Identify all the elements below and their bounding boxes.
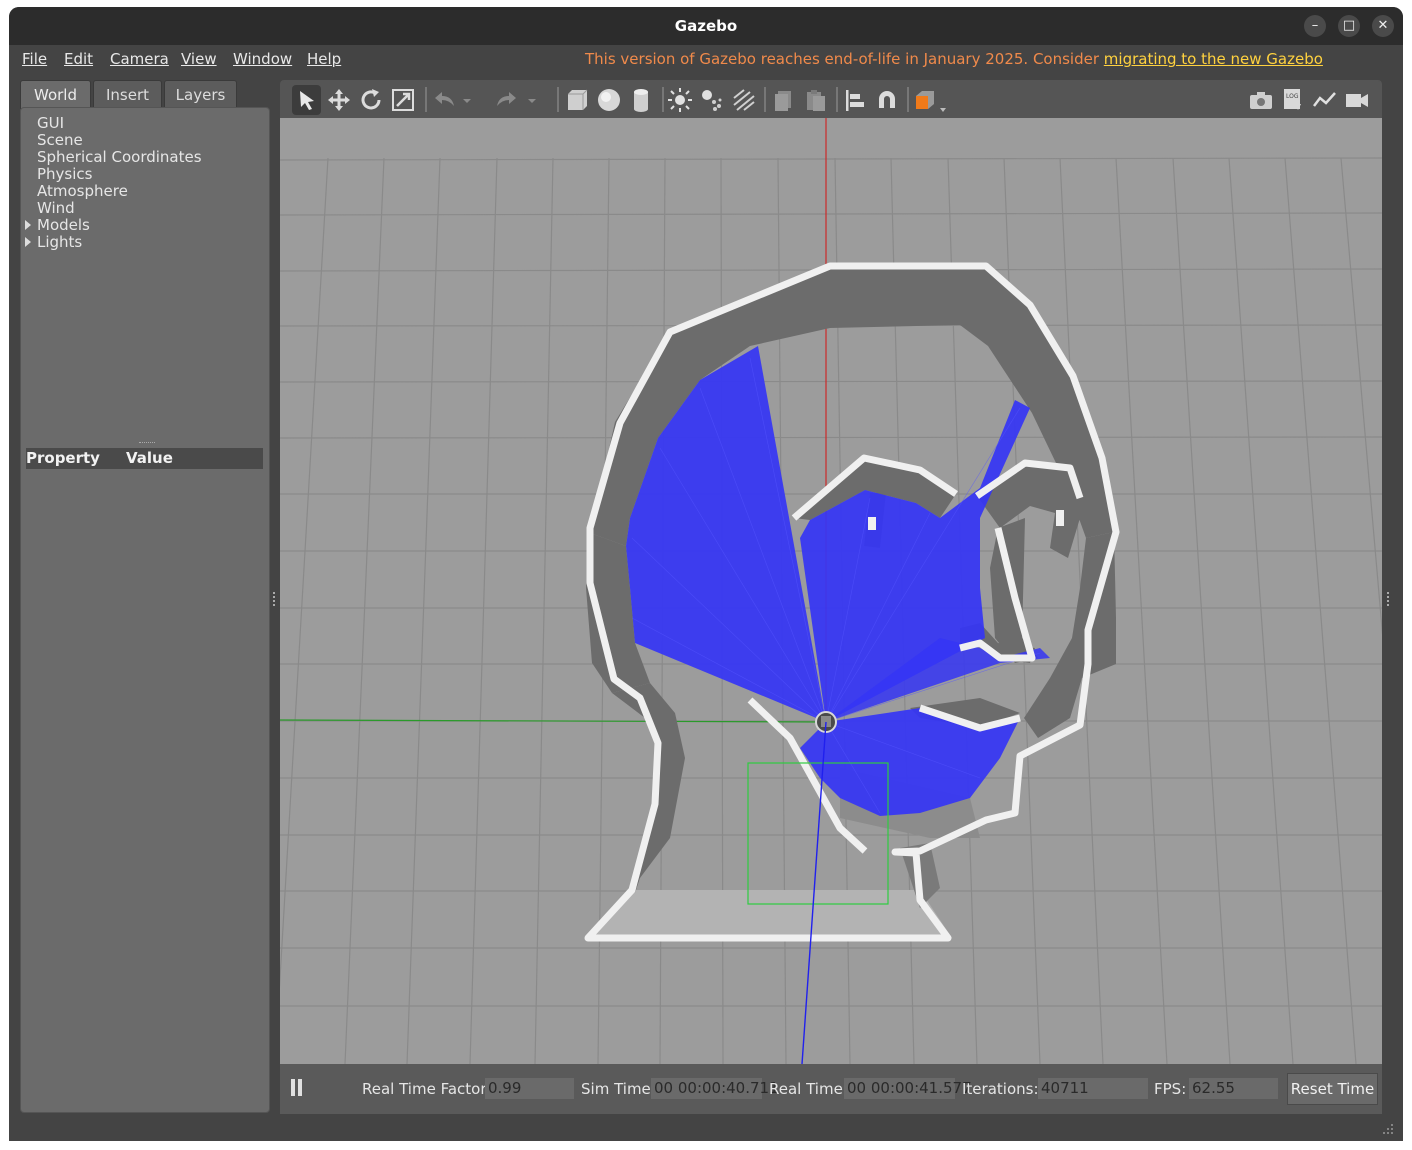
panel-resize-handle[interactable] (273, 592, 276, 606)
tree-item-atmosphere[interactable]: Atmosphere (37, 183, 202, 200)
copy-icon[interactable] (770, 86, 798, 114)
resize-grip-icon[interactable] (1381, 1122, 1395, 1136)
tree-item-lights-label: Lights (37, 233, 83, 251)
sim-time-value: 00 00:00:40.711 (651, 1078, 779, 1099)
video-icon[interactable] (1343, 86, 1371, 114)
tab-world[interactable]: World (20, 80, 91, 109)
base-floor (592, 890, 952, 938)
point-light-icon[interactable] (666, 86, 694, 114)
scale-icon[interactable] (389, 86, 417, 114)
minimize-button[interactable]: – (1304, 15, 1326, 37)
reset-time-button[interactable]: Reset Time (1287, 1073, 1378, 1105)
pause-icon[interactable] (298, 1079, 302, 1096)
fps-label: FPS: (1154, 1080, 1187, 1098)
chevron-down-icon[interactable] (460, 86, 474, 114)
toolbar: LOG (280, 81, 1382, 118)
property-column: Property (26, 449, 100, 467)
maximize-button[interactable]: □ (1338, 15, 1360, 37)
menu-help[interactable]: Help (307, 50, 341, 68)
cylinder-icon[interactable] (627, 86, 655, 114)
sim-time-label: Sim Time: (581, 1080, 656, 1098)
translate-icon[interactable] (325, 86, 353, 114)
world-tree: GUI Scene Spherical Coordinates Physics … (25, 115, 202, 251)
iterations-label: Iterations: (962, 1080, 1039, 1098)
status-bar: Real Time Factor: 0.99 Sim Time: 00 00:0… (280, 1064, 1382, 1114)
spot-light-icon[interactable] (698, 86, 726, 114)
chevron-down-icon[interactable] (525, 86, 539, 114)
world-panel (20, 107, 270, 1113)
menu-camera[interactable]: Camera (110, 50, 169, 68)
undo-icon[interactable] (430, 86, 458, 114)
menu-window[interactable]: Window (233, 50, 292, 68)
right-resize-handle[interactable] (1387, 592, 1390, 606)
rotate-icon[interactable] (357, 86, 385, 114)
iterations-value: 40711 (1038, 1078, 1148, 1099)
menu-bar: File Edit Camera View Window Help This v… (9, 45, 1403, 73)
tree-item-models[interactable]: Models (25, 216, 202, 234)
tab-layers[interactable]: Layers (164, 80, 237, 109)
svg-text:LOG: LOG (1286, 93, 1299, 100)
value-column: Value (126, 449, 173, 467)
tree-item-spherical-coordinates[interactable]: Spherical Coordinates (37, 149, 202, 166)
snap-icon[interactable] (873, 86, 901, 114)
close-button[interactable]: ✕ (1372, 15, 1394, 37)
log-icon[interactable]: LOG (1279, 86, 1307, 114)
title-bar: Gazebo – □ ✕ (9, 7, 1403, 45)
eol-notice-text: This version of Gazebo reaches end-of-li… (585, 50, 1104, 68)
gazebo-window: Gazebo – □ ✕ File Edit Camera View Windo… (9, 7, 1403, 1141)
tab-insert[interactable]: Insert (93, 80, 162, 109)
redo-icon[interactable] (493, 86, 521, 114)
tree-item-wind[interactable]: Wind (37, 200, 202, 217)
tree-item-physics[interactable]: Physics (37, 166, 202, 183)
rtf-label: Real Time Factor: (362, 1080, 492, 1098)
splitter-handle[interactable] (139, 442, 155, 445)
real-time-label: Real Time: (769, 1080, 848, 1098)
expand-arrow-icon[interactable] (25, 220, 31, 230)
migration-link[interactable]: migrating to the new Gazebo (1104, 50, 1323, 68)
tree-item-scene[interactable]: Scene (37, 132, 202, 149)
eol-notice: This version of Gazebo reaches end-of-li… (585, 50, 1323, 68)
expand-arrow-icon[interactable] (25, 237, 31, 247)
paste-icon[interactable] (802, 86, 830, 114)
view-angle-icon[interactable] (912, 86, 948, 114)
menu-file[interactable]: File (22, 50, 47, 68)
box-icon[interactable] (563, 86, 591, 114)
tree-item-models-label: Models (37, 216, 90, 234)
property-header: Property Value (26, 448, 263, 469)
rtf-value: 0.99 (485, 1078, 574, 1099)
pause-icon[interactable] (291, 1079, 295, 1096)
real-time-value: 00 00:00:41.577 (844, 1078, 972, 1099)
plot-icon[interactable] (1311, 86, 1339, 114)
menu-view[interactable]: View (181, 50, 217, 68)
screenshot-icon[interactable] (1247, 86, 1275, 114)
align-icon[interactable] (841, 86, 869, 114)
menu-edit[interactable]: Edit (64, 50, 93, 68)
tree-item-lights[interactable]: Lights (25, 233, 202, 251)
select-arrow-icon[interactable] (293, 86, 321, 114)
tree-item-gui[interactable]: GUI (37, 115, 202, 132)
3d-viewport[interactable] (280, 118, 1382, 1064)
directional-light-icon[interactable] (730, 86, 758, 114)
bottom-strip (9, 1114, 1403, 1141)
fps-value: 62.55 (1189, 1078, 1278, 1099)
sphere-icon[interactable] (595, 86, 623, 114)
window-title: Gazebo (674, 17, 738, 35)
